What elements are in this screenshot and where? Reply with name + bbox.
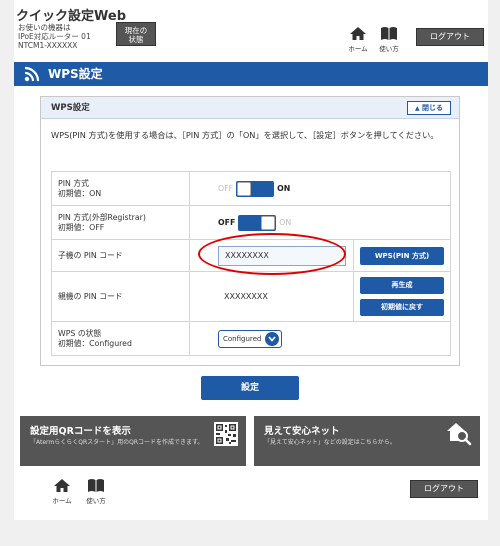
child-pin-label: 子機の PIN コード: [51, 239, 190, 272]
app-title: クイック設定Web: [16, 9, 126, 24]
device-line: お使いの機器は: [18, 23, 71, 32]
pin-method-default: 初期値：ON: [58, 188, 102, 198]
row-label: WPS の状態 初期値：Configured: [51, 321, 190, 356]
pin-external-default: 初期値：OFF: [58, 222, 105, 232]
wps-state-label: WPS の状態: [58, 328, 102, 338]
section-bar: WPS設定: [14, 62, 488, 86]
device-line: IPoE対応ルーター 01: [18, 32, 91, 41]
toggle-on-label: ON: [279, 218, 292, 227]
close-label: 閉じる: [422, 104, 444, 112]
chevron-down-icon: [265, 331, 280, 346]
parent-pin-value: XXXXXXXX: [189, 271, 354, 322]
home-nav[interactable]: ホーム: [344, 26, 372, 53]
toggle-knob: [237, 181, 252, 196]
toggle-knob: [261, 215, 276, 230]
qr-code-tile[interactable]: 設定用QRコードを表示 「AtermらくらくQRスタート」用のQRコードを作成で…: [20, 416, 246, 466]
panel-header: WPS設定 ▲ 閉じる: [41, 97, 459, 119]
footer-home-nav[interactable]: ホーム: [48, 478, 76, 505]
footer: ホーム 使い方 ログアウト: [14, 472, 488, 516]
footer-logout-button[interactable]: ログアウト: [410, 480, 478, 498]
home-icon: [54, 479, 70, 492]
howto-nav[interactable]: 使い方: [375, 26, 403, 53]
device-info: お使いの機器は IPoE対応ルーター 01 NTCM1-XXXXXX: [18, 23, 91, 50]
house-search-icon: [447, 423, 472, 446]
table-row: 親機の PIN コード XXXXXXXX 再生成 初期値に戻す: [51, 271, 451, 322]
home-label: ホーム: [348, 45, 368, 53]
howto-label: 使い方: [86, 497, 106, 505]
table-row: 子機の PIN コード XXXXXXXX WPS(PIN 方式): [51, 239, 451, 272]
howto-label: 使い方: [379, 45, 399, 53]
row-label: PIN 方式(外部Registrar) 初期値：OFF: [51, 205, 190, 240]
qr-tile-title: 設定用QRコードを表示: [30, 426, 131, 437]
table-row: PIN 方式(外部Registrar) 初期値：OFF OFF ON: [51, 205, 451, 240]
status-button-line: 状態: [128, 35, 144, 44]
safe-tile-title: 見えて安心ネット: [264, 426, 340, 437]
home-label: ホーム: [52, 497, 72, 505]
safe-network-tile[interactable]: 見えて安心ネット 「見えて安心ネット」などの設定はこちらから。: [254, 416, 480, 466]
panel-title: WPS設定: [51, 103, 90, 113]
toggle-off-label: OFF: [218, 218, 236, 227]
book-icon: [88, 479, 104, 492]
regenerate-button[interactable]: 再生成: [360, 277, 444, 294]
pin-external-toggle[interactable]: OFF ON: [218, 214, 292, 231]
close-button[interactable]: ▲ 閉じる: [407, 101, 451, 115]
qr-code-icon: [214, 422, 238, 446]
apply-button[interactable]: 設定: [201, 376, 299, 400]
logout-button[interactable]: ログアウト: [416, 28, 484, 46]
toggle-on-label: ON: [277, 184, 291, 193]
pin-external-label: PIN 方式(外部Registrar): [58, 212, 146, 222]
row-action: 再生成 初期値に戻す: [353, 271, 451, 322]
home-icon: [350, 27, 366, 40]
qr-tile-desc: 「AtermらくらくQRスタート」用のQRコードを作成できます。: [30, 439, 204, 446]
status-button-line: 現在の: [124, 26, 148, 35]
row-action: WPS(PIN 方式): [353, 239, 451, 272]
chevron-up-icon: ▲: [414, 105, 420, 112]
wps-panel: WPS設定 ▲ 閉じる WPS(PIN 方式)を使用する場合は、［PIN 方式］…: [40, 96, 460, 366]
settings-table: PIN 方式 初期値：ON OFF ON PIN 方式(外部Registrar)…: [51, 171, 451, 356]
child-pin-input[interactable]: XXXXXXXX: [218, 245, 346, 266]
header: クイック設定Web お使いの機器は IPoE対応ルーター 01 NTCM1-XX…: [14, 0, 488, 56]
wps-state-default: 初期値：Configured: [58, 338, 132, 348]
panel-description: WPS(PIN 方式)を使用する場合は、［PIN 方式］の「ON」を選択して、［…: [51, 130, 439, 140]
wifi-icon: [24, 66, 40, 82]
pin-method-toggle[interactable]: OFF ON: [218, 180, 291, 197]
row-value: Configured: [189, 321, 451, 356]
safe-tile-desc: 「見えて安心ネット」などの設定はこちらから。: [264, 439, 396, 446]
table-row: PIN 方式 初期値：ON OFF ON: [51, 171, 451, 206]
toggle-off-label: OFF: [218, 184, 234, 193]
book-icon: [381, 27, 397, 40]
current-status-button[interactable]: 現在の 状態: [116, 22, 156, 46]
section-title: WPS設定: [48, 67, 103, 81]
toggle-switch[interactable]: [238, 214, 277, 231]
wps-state-select[interactable]: Configured: [218, 329, 283, 348]
wps-pin-button[interactable]: WPS(PIN 方式): [360, 246, 444, 265]
reset-default-button[interactable]: 初期値に戻す: [360, 299, 444, 316]
select-value: Configured: [223, 334, 262, 343]
row-value: OFF ON: [189, 171, 451, 206]
toggle-switch[interactable]: [236, 180, 275, 197]
pin-method-label: PIN 方式: [58, 178, 89, 188]
footer-howto-nav[interactable]: 使い方: [82, 478, 110, 505]
row-value: OFF ON: [189, 205, 451, 240]
table-row: WPS の状態 初期値：Configured Configured: [51, 321, 451, 356]
row-label: PIN 方式 初期値：ON: [51, 171, 190, 206]
row-value: XXXXXXXX: [189, 239, 354, 272]
parent-pin-label: 親機の PIN コード: [51, 271, 190, 322]
device-line: NTCM1-XXXXXX: [18, 41, 78, 50]
